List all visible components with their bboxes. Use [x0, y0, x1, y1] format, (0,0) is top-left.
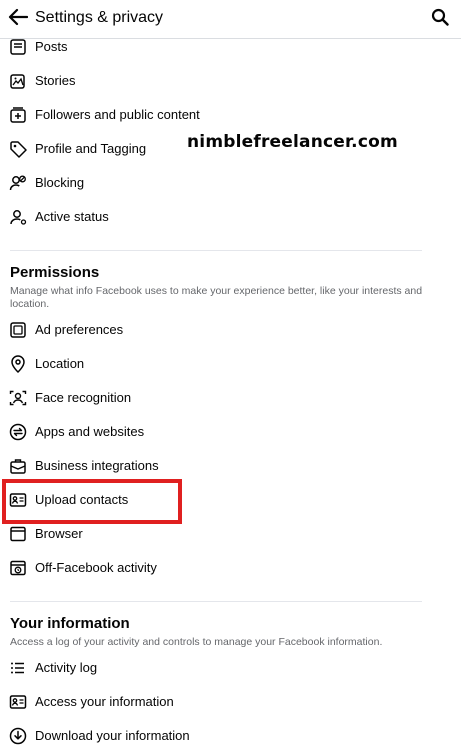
settings-item-apps-websites[interactable]: Apps and websites	[0, 417, 461, 447]
page-title: Settings & privacy	[35, 9, 164, 26]
arrow-left-icon	[8, 8, 29, 31]
settings-item-active-status[interactable]: Active status	[0, 202, 461, 232]
settings-item-label: Apps and websites	[35, 424, 145, 439]
settings-item-label: Blocking	[35, 175, 85, 190]
blocking-icon	[9, 174, 27, 192]
settings-item-stories[interactable]: Stories	[0, 66, 461, 96]
settings-item-face-recognition[interactable]: Face recognition	[0, 383, 461, 413]
watermark-text: nimblefreelancer.com	[187, 132, 398, 152]
settings-item-posts[interactable]: Posts	[0, 32, 461, 62]
ad-preferences-icon	[9, 321, 27, 339]
followers-icon	[9, 106, 27, 124]
settings-item-label: Posts	[35, 39, 68, 54]
access-information-icon	[9, 693, 27, 711]
settings-item-label: Ad preferences	[35, 322, 124, 337]
search-icon	[431, 8, 449, 31]
download-icon	[9, 727, 27, 745]
section-description-your-information: Access a log of your activity and contro…	[10, 636, 383, 648]
settings-item-ad-preferences[interactable]: Ad preferences	[0, 315, 461, 345]
settings-item-label: Activity log	[35, 660, 98, 675]
settings-item-label: Off-Facebook activity	[35, 560, 157, 575]
section-divider	[10, 250, 422, 251]
apps-websites-icon	[9, 423, 27, 441]
briefcase-icon	[9, 457, 27, 475]
activity-log-icon	[9, 659, 27, 677]
browser-icon	[9, 525, 27, 543]
settings-item-followers[interactable]: Followers and public content	[0, 100, 461, 130]
settings-item-label: Browser	[35, 526, 83, 541]
section-description-permissions: Manage what info Facebook uses to make y…	[10, 285, 423, 310]
settings-item-off-facebook-activity[interactable]: Off-Facebook activity	[0, 553, 461, 583]
settings-item-activity-log[interactable]: Activity log	[0, 653, 461, 683]
search-button[interactable]	[429, 8, 451, 30]
section-divider	[10, 601, 422, 602]
stories-icon	[9, 72, 27, 90]
settings-item-label: Download your information	[35, 728, 190, 743]
settings-item-label: Stories	[35, 73, 76, 88]
tag-icon	[9, 140, 27, 158]
settings-item-label: Face recognition	[35, 390, 132, 405]
settings-item-label: Followers and public content	[35, 107, 200, 122]
settings-item-access-information[interactable]: Access your information	[0, 687, 461, 717]
settings-item-label: Location	[35, 356, 85, 371]
posts-icon	[9, 38, 27, 56]
section-title-your-information: Your information	[10, 615, 130, 632]
settings-item-blocking[interactable]: Blocking	[0, 168, 461, 198]
settings-item-business-integrations[interactable]: Business integrations	[0, 451, 461, 481]
highlight-box	[2, 479, 182, 524]
back-button[interactable]	[6, 8, 30, 30]
face-recognition-icon	[9, 389, 27, 407]
settings-item-label: Profile and Tagging	[35, 141, 147, 156]
settings-item-label: Access your information	[35, 694, 174, 709]
settings-item-label: Active status	[35, 209, 109, 224]
settings-item-label: Business integrations	[35, 458, 159, 473]
active-status-icon	[9, 208, 27, 226]
settings-item-location[interactable]: Location	[0, 349, 461, 379]
off-facebook-activity-icon	[9, 559, 27, 577]
location-pin-icon	[9, 355, 27, 373]
settings-item-download-information[interactable]: Download your information	[0, 721, 461, 751]
section-title-permissions: Permissions	[10, 264, 100, 281]
